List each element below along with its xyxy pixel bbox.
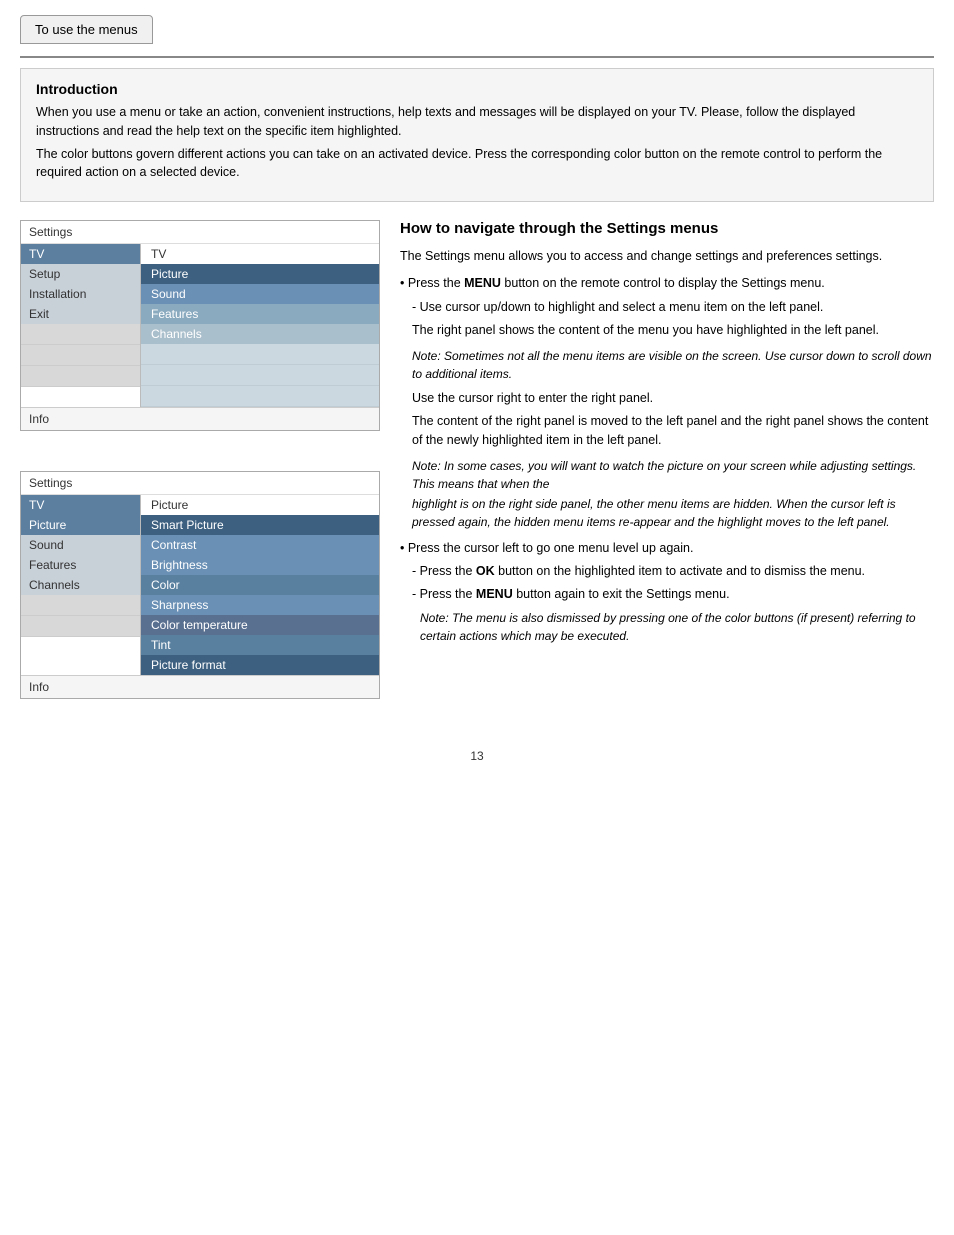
header-tab-label: To use the menus <box>35 22 138 37</box>
intro-title: Introduction <box>36 81 918 97</box>
diag1-empty1 <box>21 324 140 345</box>
howto-indent1: The right panel shows the content of the… <box>400 321 934 340</box>
diag2-sound-row: Sound <box>21 535 140 555</box>
diag1-features: Features <box>141 304 379 324</box>
diag1-install-row: Installation <box>21 284 140 304</box>
diag2-empty1 <box>21 595 140 616</box>
diag2-color: Color <box>141 575 379 595</box>
howto-note2: Note: In some cases, you will want to wa… <box>400 457 934 493</box>
diag2-brightness: Brightness <box>141 555 379 575</box>
diag2-contrast: Contrast <box>141 535 379 555</box>
howto-note3: highlight is on the right side panel, th… <box>400 495 934 531</box>
diag1-settings-label: Settings <box>21 221 379 244</box>
diag1-exit-row: Exit <box>21 304 140 324</box>
left-column: Settings TV Setup Installation Exit <box>20 220 380 719</box>
diag1-empty2 <box>21 345 140 366</box>
intro-section: Introduction When you use a menu or take… <box>20 68 934 202</box>
diag1-right-panel: Picture Sound Features Channels <box>141 264 379 407</box>
right-column: How to navigate through the Settings men… <box>400 220 934 719</box>
intro-paragraph1: When you use a menu or take an action, c… <box>36 103 918 141</box>
diag2-settings-label: Settings <box>21 472 379 495</box>
header-tab: To use the menus <box>20 15 153 44</box>
diag1-setup-row: Setup <box>21 264 140 284</box>
diag2-smart: Smart Picture <box>141 515 379 535</box>
diag2-right-panel: Picture Smart Picture Contrast Brightnes… <box>141 495 379 675</box>
diag1-info-bar: Info <box>21 407 379 430</box>
diag1-left-panel: TV Setup Installation Exit <box>21 244 140 387</box>
howto-intro: The Settings menu allows you to access a… <box>400 247 934 266</box>
diag2-picture-row: Picture <box>21 515 140 535</box>
diag1-empty3 <box>21 366 140 387</box>
diag2-picture-label: Picture <box>141 495 379 515</box>
page-number: 13 <box>20 749 934 763</box>
diag2-tv-row: TV <box>21 495 140 515</box>
diag1-r-empty2 <box>141 365 379 386</box>
diag2-pictformat: Picture format <box>141 655 379 675</box>
howto-dash3: - Press the OK button on the highlighted… <box>400 562 934 581</box>
diag2-left-panel: TV Picture Sound Features Channels <box>21 495 140 637</box>
howto-dash1: - Use cursor up/down to highlight and se… <box>400 298 934 317</box>
diag2-features-row: Features <box>21 555 140 575</box>
menu-diagram-2: Settings TV Picture Sound Features Chann… <box>20 471 380 699</box>
diag2-colortemp: Color temperature <box>141 615 379 635</box>
diag1-tv-header: TV <box>141 244 379 264</box>
diag2-info-bar: Info <box>21 675 379 698</box>
howto-title: How to navigate through the Settings men… <box>400 220 934 237</box>
howto-dash4: - Press the MENU button again to exit th… <box>400 585 934 604</box>
howto-indent2: The content of the right panel is moved … <box>400 412 934 451</box>
diag1-sound: Sound <box>141 284 379 304</box>
howto-note4: Note: The menu is also dismissed by pres… <box>400 609 934 645</box>
howto-bullet1: • Press the MENU button on the remote co… <box>400 274 934 293</box>
diag2-channels-row: Channels <box>21 575 140 595</box>
howto-note1: Note: Sometimes not all the menu items a… <box>400 347 934 383</box>
howto-dash2: Use the cursor right to enter the right … <box>400 389 934 408</box>
diag2-sharpness: Sharpness <box>141 595 379 615</box>
diag2-tint: Tint <box>141 635 379 655</box>
diag1-r-empty3 <box>141 386 379 407</box>
diag1-picture: Picture <box>141 264 379 284</box>
diag1-r-empty1 <box>141 344 379 365</box>
main-content: Settings TV Setup Installation Exit <box>20 220 934 719</box>
intro-paragraph2: The color buttons govern different actio… <box>36 145 918 183</box>
menu-diagram-1: Settings TV Setup Installation Exit <box>20 220 380 431</box>
howto-bullet2: • Press the cursor left to go one menu l… <box>400 539 934 558</box>
diag1-channels: Channels <box>141 324 379 344</box>
diag1-tv-row: TV <box>21 244 140 264</box>
diag2-empty2 <box>21 616 140 637</box>
